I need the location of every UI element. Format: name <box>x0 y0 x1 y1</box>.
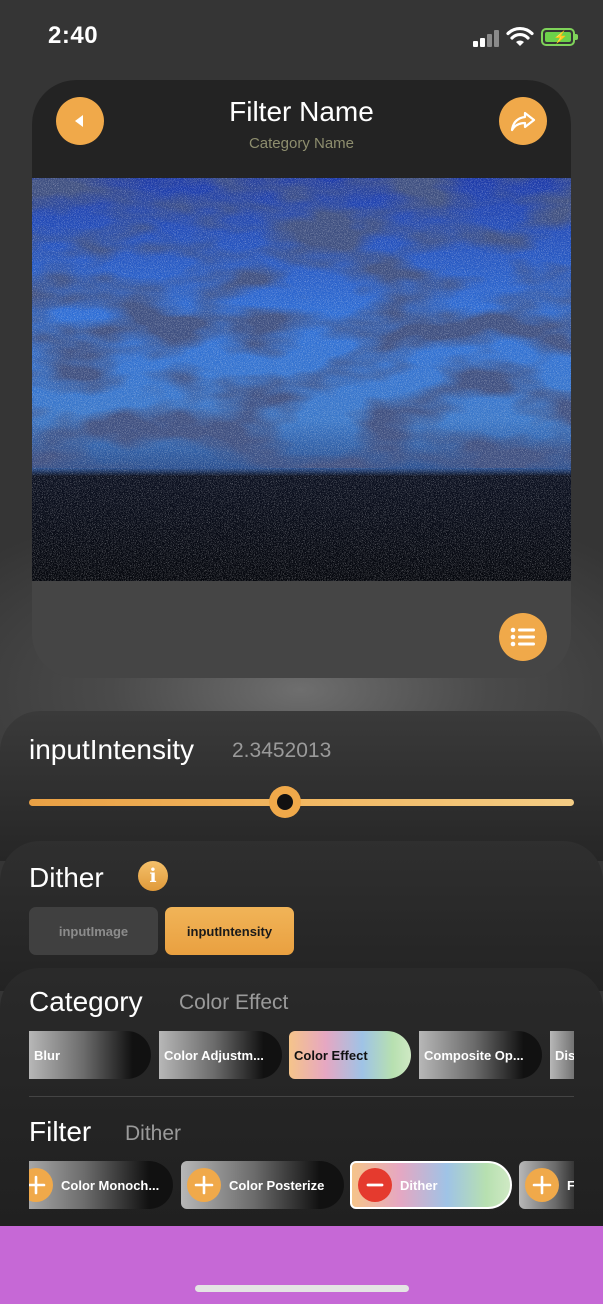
category-item-selected[interactable]: Color Effect <box>289 1031 411 1079</box>
remove-icon[interactable] <box>358 1168 392 1202</box>
preview-card: Filter Name Category Name <box>32 80 571 678</box>
status-time: 2:40 <box>48 22 99 49</box>
share-icon <box>510 111 536 132</box>
add-icon[interactable] <box>525 1168 559 1202</box>
bottom-bar <box>0 1226 603 1304</box>
filter-item[interactable]: Color Monoch... <box>29 1161 173 1209</box>
back-icon <box>75 115 83 127</box>
wifi-icon <box>506 26 534 46</box>
add-icon[interactable] <box>29 1168 53 1202</box>
filtered-preview-image <box>32 178 571 581</box>
back-button[interactable] <box>56 97 104 145</box>
battery-icon: ⚡ <box>541 28 578 46</box>
filter-list: Color Monoch... Color Posterize Dither F <box>29 1161 574 1209</box>
share-button[interactable] <box>499 97 547 145</box>
intensity-slider-track[interactable] <box>29 799 574 806</box>
filter-name-heading: Dither <box>29 862 104 893</box>
list-button[interactable] <box>499 613 547 661</box>
info-icon[interactable]: i <box>138 861 168 891</box>
category-item[interactable]: Color Adjustm... <box>159 1031 282 1079</box>
home-indicator[interactable] <box>195 1285 409 1292</box>
category-heading: Category <box>29 986 143 1017</box>
category-item[interactable]: Blur <box>29 1031 151 1079</box>
filter-item-selected[interactable]: Dither <box>350 1161 512 1209</box>
parameter-name: inputIntensity <box>29 734 194 765</box>
filter-title: Filter Name <box>229 96 374 127</box>
cellular-signal-icon <box>473 29 501 47</box>
selected-filter: Dither <box>125 1122 182 1145</box>
category-subtitle: Category Name <box>248 135 355 152</box>
status-bar: 2:40 ⚡ <box>0 0 603 70</box>
parameter-value: 2.3452013 <box>232 739 332 762</box>
category-list: Blur Color Adjustm... Color Effect Compo… <box>29 1031 574 1079</box>
selected-category: Color Effect <box>179 991 289 1014</box>
category-item[interactable]: Dis <box>550 1031 574 1079</box>
filter-item[interactable]: F <box>519 1161 574 1209</box>
intensity-slider-thumb[interactable] <box>269 786 301 818</box>
filter-heading: Filter <box>29 1116 92 1147</box>
filter-item[interactable]: Color Posterize <box>181 1161 344 1209</box>
input-tag-inputimage[interactable]: inputImage <box>29 907 158 955</box>
preview-header: Filter Name Category Name <box>32 80 571 178</box>
list-icon <box>510 627 535 647</box>
section-divider <box>29 1096 574 1097</box>
input-tag-inputintensity[interactable]: inputIntensity <box>165 907 294 955</box>
add-icon[interactable] <box>187 1168 221 1202</box>
category-item[interactable]: Composite Op... <box>419 1031 542 1079</box>
